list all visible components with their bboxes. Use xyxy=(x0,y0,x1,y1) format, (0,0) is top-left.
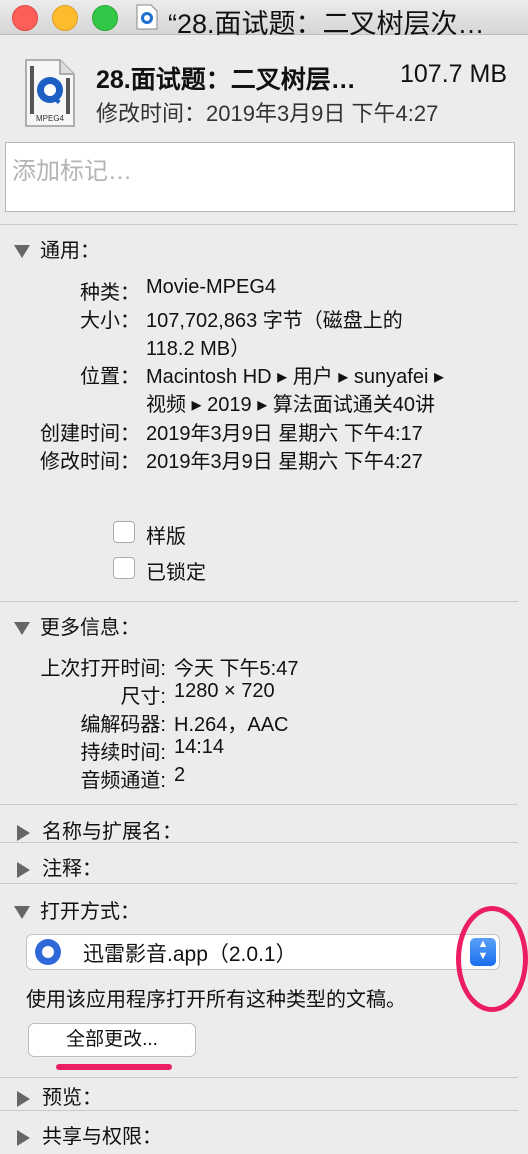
mpeg4-file-icon: MPEG4 xyxy=(25,59,75,127)
open-with-app-name: 迅雷影音.app（2.0.1） xyxy=(83,943,297,966)
section-name-extension-header[interactable]: 名称与扩展名： xyxy=(14,815,182,844)
divider xyxy=(0,883,518,884)
divider xyxy=(0,601,518,602)
section-sharing-title: 共享与权限： xyxy=(42,1126,162,1148)
section-more-info-title: 更多信息： xyxy=(40,617,140,639)
zoom-button[interactable] xyxy=(92,5,118,31)
file-icon-label: MPEG4 xyxy=(36,114,65,123)
section-preview-header[interactable]: 预览： xyxy=(14,1081,102,1110)
section-sharing-header[interactable]: 共享与权限： xyxy=(14,1120,162,1149)
where-path-2: 视频 ▸ 2019 ▸ 算法面试通关40讲 xyxy=(146,394,436,416)
open-with-description: 使用该应用程序打开所有这种类型的文稿。 xyxy=(26,989,406,1011)
disclosure-expanded-icon xyxy=(14,622,30,636)
tags-input[interactable]: 添加标记… xyxy=(5,142,515,212)
thunder-player-app-icon xyxy=(35,939,61,965)
disclosure-collapsed-icon xyxy=(17,824,30,841)
size-label: 大小： xyxy=(80,310,140,332)
section-general-header[interactable]: 通用： xyxy=(14,234,100,263)
section-open-with-header[interactable]: 打开方式： xyxy=(14,895,140,924)
dimensions-value: 1280 × 720 xyxy=(174,680,275,702)
section-more-info-header[interactable]: 更多信息： xyxy=(14,611,140,640)
title-bar: “28.面试题：二叉树层次… xyxy=(0,0,528,39)
divider xyxy=(0,224,518,225)
quicktime-document-icon xyxy=(136,4,158,30)
disclosure-collapsed-icon xyxy=(17,1129,30,1146)
section-preview-title: 预览： xyxy=(42,1087,102,1109)
annotation-circle xyxy=(456,906,528,1012)
last-opened-label: 上次打开时间: xyxy=(40,658,166,680)
kind-value: Movie-MPEG4 xyxy=(146,276,277,298)
section-name-extension-title: 名称与扩展名： xyxy=(42,821,182,843)
where-label: 位置： xyxy=(80,366,140,388)
disclosure-collapsed-icon xyxy=(17,861,30,878)
divider xyxy=(0,1077,518,1078)
change-all-button[interactable]: 全部更改... xyxy=(28,1023,196,1057)
annotation-underline xyxy=(56,1064,172,1070)
stationery-checkbox[interactable] xyxy=(113,521,135,543)
created-label: 创建时间： xyxy=(40,423,140,445)
audio-channels-value: 2 xyxy=(174,764,186,786)
tags-placeholder: 添加标记… xyxy=(12,158,132,185)
modified-summary: 修改时间：2019年3月9日 下午4:27 xyxy=(96,101,439,126)
section-comments-header[interactable]: 注释： xyxy=(14,852,102,881)
where-path-1: Macintosh HD ▸ 用户 ▸ sunyafei ▸ xyxy=(146,366,444,388)
disclosure-expanded-icon xyxy=(14,245,30,259)
created-value: 2019年3月9日 星期六 下午4:17 xyxy=(146,423,423,445)
locked-label: 已锁定 xyxy=(146,562,206,584)
locked-checkbox[interactable] xyxy=(113,557,135,579)
kind-label: 种类： xyxy=(80,282,140,304)
file-name: 28.面试题：二叉树层… xyxy=(96,66,356,94)
minimize-button[interactable] xyxy=(52,5,78,31)
disclosure-collapsed-icon xyxy=(17,1090,30,1107)
stationery-label: 样版 xyxy=(146,526,186,548)
disclosure-expanded-icon xyxy=(14,906,30,920)
divider xyxy=(0,842,518,843)
close-button[interactable] xyxy=(12,5,38,31)
section-open-with-title: 打开方式： xyxy=(40,901,140,923)
size-value-disk: 118.2 MB） xyxy=(146,338,251,360)
duration-value: 14:14 xyxy=(174,736,225,758)
file-size: 107.7 MB xyxy=(400,60,508,88)
dimensions-label: 尺寸: xyxy=(120,686,166,708)
section-general-title: 通用： xyxy=(40,240,100,262)
codecs-label: 编解码器: xyxy=(80,714,166,736)
size-value: 107,702,863 字节（磁盘上的 xyxy=(146,310,403,332)
info-header: MPEG4 28.面试题：二叉树层… 107.7 MB 修改时间：2019年3月… xyxy=(0,34,528,136)
last-opened-value: 今天 下午5:47 xyxy=(174,658,299,680)
codecs-value: H.264，AAC xyxy=(174,714,289,736)
divider xyxy=(0,804,518,805)
duration-label: 持续时间: xyxy=(80,742,166,764)
open-with-app-popup[interactable]: 迅雷影音.app（2.0.1） ▲ ▼ xyxy=(26,934,500,970)
audio-channels-label: 音频通道: xyxy=(80,770,166,792)
section-comments-title: 注释： xyxy=(42,858,102,880)
modified-label: 修改时间： xyxy=(40,451,140,473)
divider xyxy=(0,1110,518,1111)
modified-value: 2019年3月9日 星期六 下午4:27 xyxy=(146,451,423,473)
